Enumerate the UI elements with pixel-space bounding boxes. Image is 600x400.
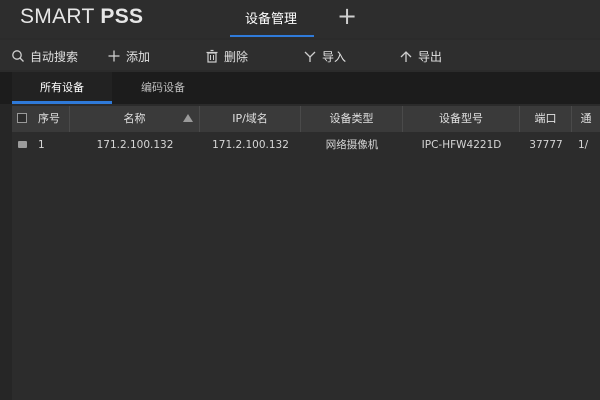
device-table: 序号 名称 IP/域名 设备类型 设备型号 端口 通 1 171.2.100.1… [12, 106, 600, 400]
col-device-type-label: 设备类型 [329, 112, 374, 125]
active-tab-indicator [230, 35, 314, 37]
delete-label: 删除 [224, 49, 249, 64]
col-ip-domain-label: IP/域名 [232, 112, 268, 125]
col-device-model[interactable]: 设备型号 [403, 106, 520, 132]
col-device-model-label: 设备型号 [439, 112, 483, 125]
left-panel-edge [0, 104, 12, 400]
export-button[interactable]: 导出 [398, 47, 442, 65]
row-checkbox[interactable] [18, 141, 27, 148]
cell-device-model: IPC-HFW4221D [421, 139, 502, 151]
auto-search-label: 自动搜索 [30, 49, 79, 64]
toolbar: 自动搜索 添加 删除 导入 导出 [0, 40, 600, 70]
col-ip-domain[interactable]: IP/域名 [200, 106, 301, 132]
cell-ip: 171.2.100.132 [212, 139, 289, 151]
delete-button[interactable]: 删除 [204, 47, 248, 65]
col-name-label: 名称 [123, 112, 146, 125]
device-subtabs: 所有设备 编码设备 [0, 72, 600, 104]
auto-search-button[interactable]: 自动搜索 [10, 47, 78, 65]
col-device-type[interactable]: 设备类型 [301, 106, 403, 132]
sort-ascending-icon[interactable] [183, 114, 193, 122]
add-tab-button[interactable]: + [334, 4, 360, 30]
tab-device-management-label: 设备管理 [244, 12, 297, 27]
table-header: 序号 名称 IP/域名 设备类型 设备型号 端口 通 [12, 106, 600, 132]
trash-icon [204, 48, 220, 64]
import-icon [302, 48, 318, 64]
col-channel-label: 通 [580, 112, 592, 125]
col-port[interactable]: 端口 [520, 106, 572, 132]
table-row[interactable]: 1 171.2.100.132 171.2.100.132 网络摄像机 IPC-… [12, 134, 600, 156]
export-label: 导出 [418, 49, 443, 64]
add-label: 添加 [126, 49, 151, 64]
app-title-bold: PSS [100, 5, 144, 28]
col-port-label: 端口 [534, 112, 557, 125]
tab-encode-devices[interactable]: 编码设备 [118, 72, 208, 104]
cell-name: 171.2.100.132 [96, 139, 174, 151]
col-channel[interactable]: 通 [572, 106, 600, 132]
tab-all-devices[interactable]: 所有设备 [12, 72, 112, 104]
search-icon [10, 48, 26, 64]
cell-device-type: 网络摄像机 [325, 139, 379, 151]
tab-device-management[interactable]: 设备管理 [222, 0, 320, 38]
export-icon [398, 48, 414, 64]
import-label: 导入 [322, 49, 347, 64]
tab-all-devices-label: 所有设备 [40, 81, 84, 94]
col-index[interactable]: 序号 [12, 106, 70, 132]
add-button[interactable]: 添加 [106, 47, 150, 65]
col-name[interactable]: 名称 [70, 106, 200, 132]
app-title-light: SMART [20, 5, 101, 28]
app-logo: SMART PSS [20, 5, 143, 29]
subtab-active-indicator [12, 101, 112, 104]
cell-index: 1 [38, 139, 45, 151]
cell-port: 37777 [529, 139, 563, 151]
import-button[interactable]: 导入 [302, 47, 346, 65]
select-all-checkbox[interactable] [17, 113, 27, 123]
plus-icon [106, 48, 122, 64]
cell-channel: 1/ [578, 139, 589, 151]
col-index-label: 序号 [38, 112, 60, 125]
title-bar: SMART PSS 设备管理 + [0, 0, 600, 38]
tab-encode-devices-label: 编码设备 [141, 81, 185, 94]
